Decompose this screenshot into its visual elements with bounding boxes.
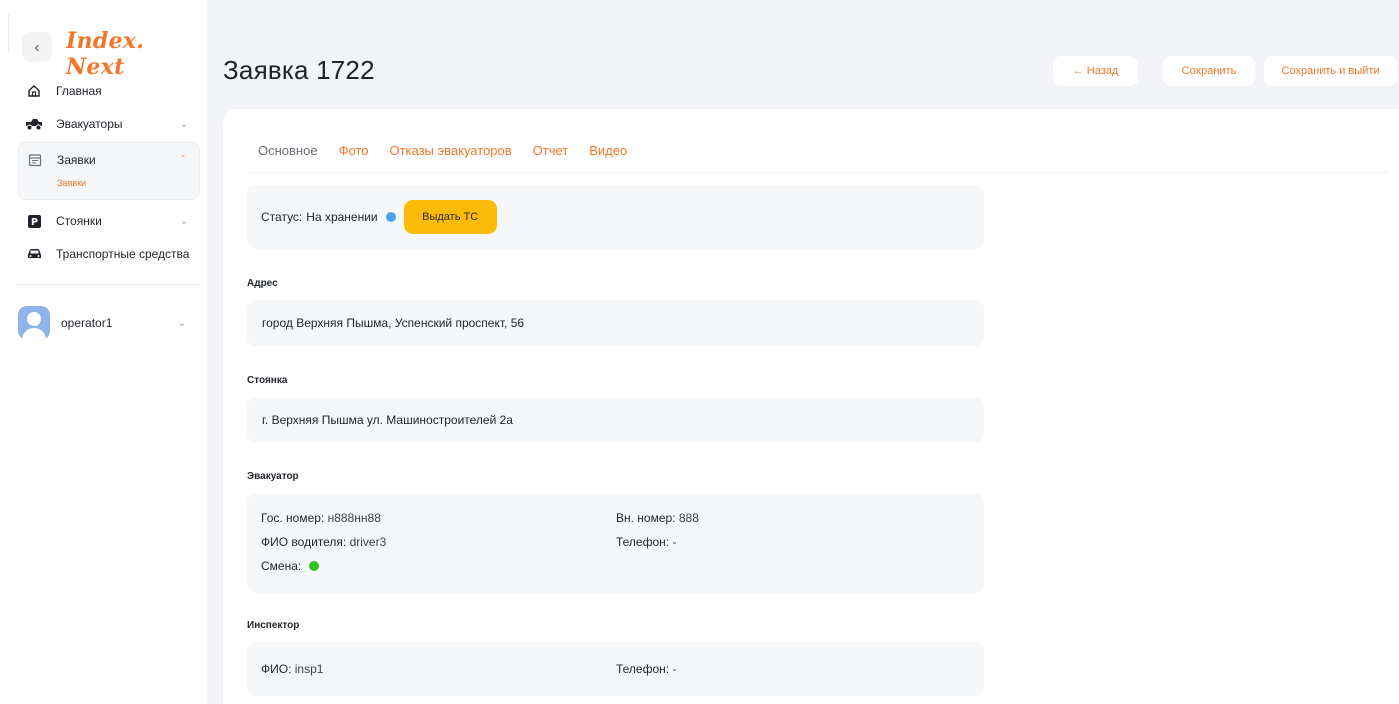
tab-photo[interactable]: Фото bbox=[339, 143, 369, 158]
chevron-down-icon: ⌄ bbox=[179, 118, 189, 130]
sidebar-group-requests: Заявки ˆ Заявки bbox=[18, 142, 200, 200]
tab-main[interactable]: Основное bbox=[258, 143, 318, 158]
logo: Index. Next bbox=[66, 28, 145, 80]
sidebar-edge bbox=[8, 14, 9, 54]
sidebar-item-requests[interactable]: Заявки ˆ bbox=[19, 145, 199, 175]
chevron-down-icon: ⌄ bbox=[179, 215, 189, 227]
sidebar-item-label: Стоянки bbox=[56, 214, 102, 228]
status-panel: Статус: На хранении Выдать ТС bbox=[247, 185, 984, 249]
sidebar-item-label: Транспортные средства bbox=[56, 247, 190, 261]
tab-report[interactable]: Отчет bbox=[533, 143, 569, 158]
tabs-divider bbox=[247, 172, 1387, 173]
collapse-sidebar-button[interactable]: ‹ bbox=[22, 32, 52, 62]
tow-truck-icon bbox=[24, 117, 44, 131]
shift-indicator bbox=[308, 561, 319, 571]
sidebar-subitem-requests[interactable]: Заявки bbox=[19, 175, 199, 191]
parking-title: Стоянка bbox=[247, 375, 288, 386]
status-label: Статус: bbox=[261, 210, 303, 224]
user-name: operator1 bbox=[61, 316, 113, 330]
tab-video[interactable]: Видео bbox=[589, 143, 627, 158]
tab-refusals[interactable]: Отказы эвакуаторов bbox=[389, 143, 511, 158]
request-card: Основное Фото Отказы эвакуаторов Отчет В… bbox=[223, 109, 1399, 704]
chevron-left-icon: ‹ bbox=[34, 38, 40, 56]
home-icon bbox=[24, 84, 44, 98]
issue-vehicle-button[interactable]: Выдать ТС bbox=[403, 200, 497, 234]
sidebar-divider bbox=[16, 284, 200, 285]
sidebar: ‹ Index. Next Главная Эвакуаторы ⌄ Заявк… bbox=[0, 0, 208, 704]
inspector-name: ФИО: insp1 bbox=[261, 662, 324, 676]
sidebar-item-label: Главная bbox=[56, 84, 102, 98]
parking-field: г. Верхняя Пышма ул. Машиностроителей 2а bbox=[247, 397, 984, 443]
address-title: Адрес bbox=[247, 278, 278, 289]
sidebar-item-home[interactable]: Главная bbox=[18, 76, 200, 106]
tow-truck-panel: Гос. номер: н888нн88 Вн. номер: 888 ФИО … bbox=[247, 493, 984, 593]
back-button[interactable]: ← Назад bbox=[1053, 56, 1138, 86]
driver-name: ФИО водителя: driver3 bbox=[261, 535, 387, 549]
sidebar-item-tow-trucks[interactable]: Эвакуаторы ⌄ bbox=[18, 109, 200, 139]
page-title: Заявка 1722 bbox=[223, 55, 375, 85]
inspector-panel: ФИО: insp1 Телефон: - bbox=[247, 642, 984, 696]
svg-text:P: P bbox=[31, 217, 38, 228]
save-and-exit-button[interactable]: Сохранить и выйти bbox=[1264, 56, 1397, 86]
plate-number: Гос. номер: н888нн88 bbox=[261, 511, 381, 525]
address-field: город Верхняя Пышма, Успенский проспект,… bbox=[247, 300, 984, 346]
inspector-title: Инспектор bbox=[247, 620, 300, 631]
save-button[interactable]: Сохранить bbox=[1163, 56, 1255, 86]
tow-truck-title: Эвакуатор bbox=[247, 471, 299, 482]
calendar-icon bbox=[25, 153, 45, 167]
chevron-down-icon: ⌄ bbox=[177, 317, 186, 329]
internal-number: Вн. номер: 888 bbox=[616, 511, 699, 525]
chevron-up-icon: ˆ bbox=[181, 154, 185, 166]
avatar bbox=[18, 306, 50, 340]
user-menu[interactable]: operator1 ⌄ bbox=[18, 306, 200, 340]
status-indicator bbox=[385, 212, 396, 222]
sidebar-item-vehicles[interactable]: Транспортные средства bbox=[18, 239, 200, 269]
parking-icon: P bbox=[24, 214, 44, 228]
sidebar-item-label: Заявки bbox=[57, 153, 96, 167]
driver-phone: Телефон: - bbox=[616, 535, 677, 549]
status-value: На хранении bbox=[306, 210, 378, 224]
tab-bar: Основное Фото Отказы эвакуаторов Отчет В… bbox=[258, 143, 648, 158]
sidebar-item-label: Эвакуаторы bbox=[56, 117, 123, 131]
car-icon bbox=[24, 248, 44, 260]
sidebar-nav: Главная Эвакуаторы ⌄ Заявки ˆ Заявки P С… bbox=[18, 76, 200, 272]
sidebar-item-parkings[interactable]: P Стоянки ⌄ bbox=[18, 206, 200, 236]
shift-status: Смена: bbox=[261, 559, 319, 573]
inspector-phone: Телефон: - bbox=[616, 662, 677, 676]
